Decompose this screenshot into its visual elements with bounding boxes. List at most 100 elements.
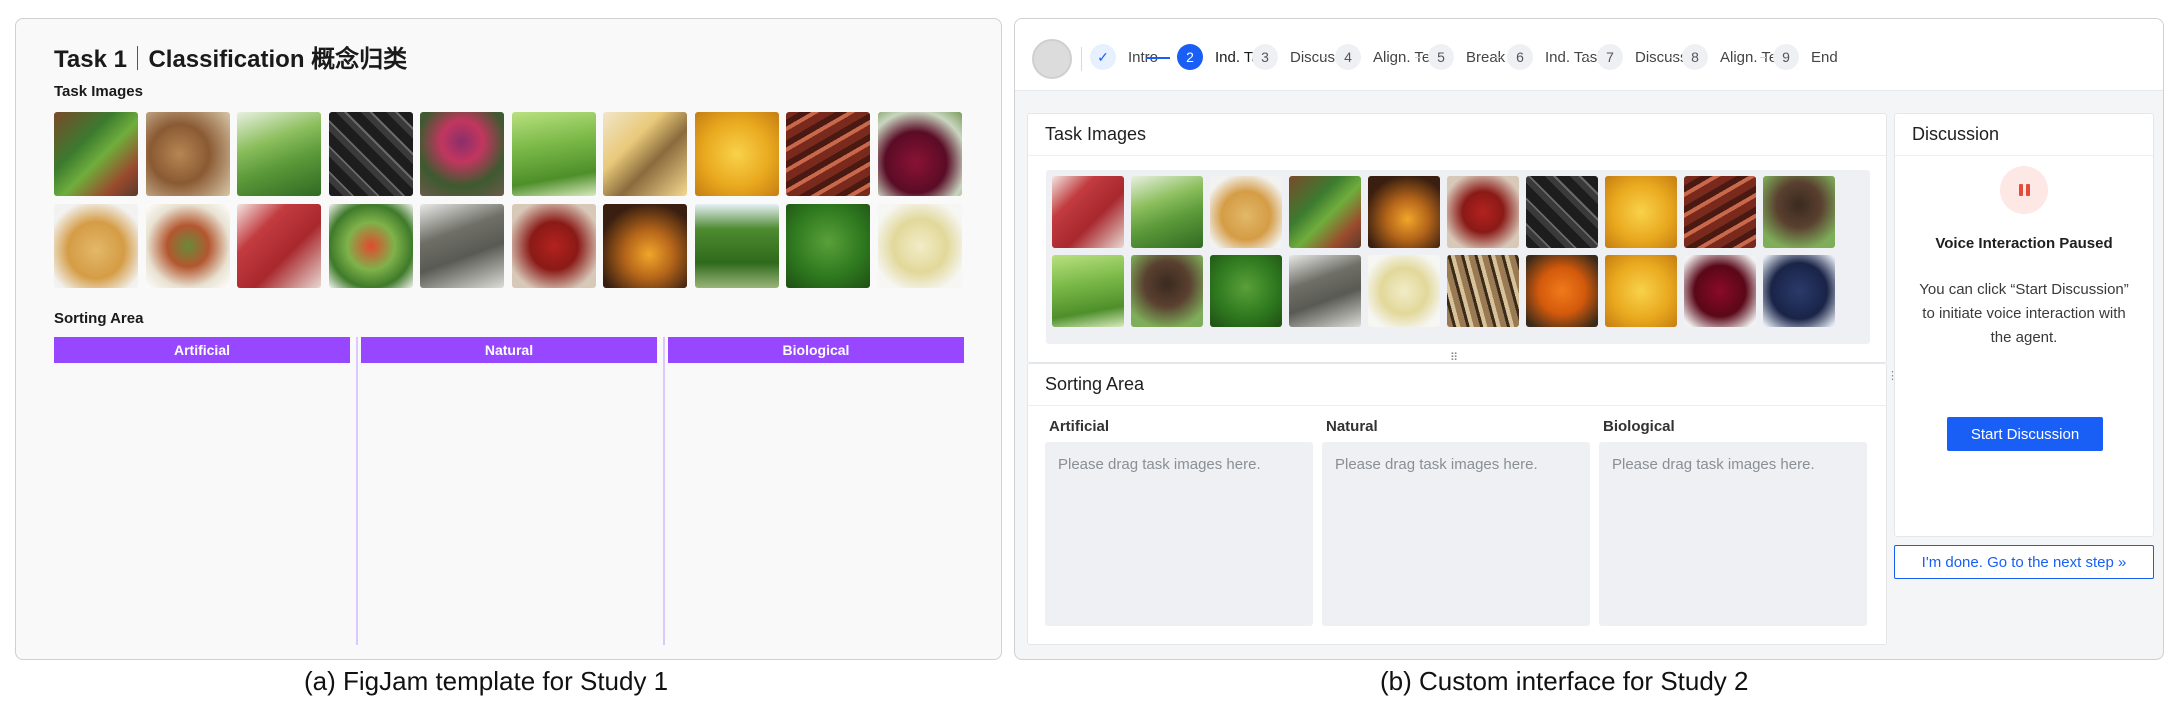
task-title-name: Classification 概念归类 <box>148 46 408 73</box>
task-image-beans[interactable] <box>1289 176 1361 248</box>
column-header: Natural <box>361 337 657 363</box>
task-title: Task 1 Classification 概念归类 <box>54 39 407 74</box>
column-divider <box>356 337 358 645</box>
sorting-column-natural: Natural Please drag task images here. <box>1322 418 1590 626</box>
task-image-chives[interactable] <box>1131 176 1203 248</box>
task-image-chickpea[interactable] <box>1210 176 1282 248</box>
task-image-okra[interactable] <box>511 112 596 196</box>
task-image-beans[interactable] <box>54 112 138 196</box>
step-connector <box>1585 57 1591 58</box>
step-connector <box>1670 57 1676 58</box>
check-icon: ✓ <box>1090 44 1116 70</box>
step-connector <box>1415 57 1421 58</box>
caption-a: (a) FigJam template for Study 1 <box>304 666 669 696</box>
task-image-meat[interactable] <box>1052 176 1124 248</box>
step-number: 5 <box>1428 44 1454 70</box>
step-4[interactable]: 4 Align. Tes <box>1335 44 1438 70</box>
task-image-pepper[interactable] <box>1447 176 1519 248</box>
task-image-broccoli[interactable] <box>786 204 870 288</box>
task-image-corn[interactable] <box>1605 255 1677 327</box>
progress-stepper: ✓ Intro 2 Ind. Task 3 Discuss 4 Align. Tes 5 Brea… <box>1015 19 2163 91</box>
task-image-licorice[interactable] <box>1526 176 1598 248</box>
sorting-column-artificial: Artificial Please drag task images here. <box>1045 418 1313 626</box>
sorting-area: Artificial Natural Biological <box>54 337 964 645</box>
step-number: 9 <box>1773 44 1799 70</box>
divider <box>1081 47 1082 71</box>
task-image-spice[interactable] <box>1447 255 1519 327</box>
step-8[interactable]: 8 Align. Tes <box>1682 44 1785 70</box>
task-image-chickpea[interactable] <box>54 204 138 288</box>
task-image-flowers[interactable] <box>420 112 504 196</box>
task-image-meat[interactable] <box>237 204 321 288</box>
task-image-pepper[interactable] <box>511 204 596 288</box>
step-connector <box>1146 57 1170 59</box>
next-step-button[interactable]: I'm done. Go to the next step » <box>1894 545 2154 579</box>
step-number: 6 <box>1507 44 1533 70</box>
task-image-cranberry[interactable] <box>1684 255 1756 327</box>
task-images-card: Task Images <box>1027 113 1887 363</box>
sorting-area-card: Sorting Area Artificial Please drag task… <box>1027 363 1887 645</box>
column-title: Biological <box>1603 418 1675 435</box>
task-image-blueberry[interactable] <box>1763 255 1835 327</box>
step-number: 8 <box>1682 44 1708 70</box>
sorting-area-label: Sorting Area <box>54 310 144 327</box>
custom-interface-panel: ✓ Intro 2 Ind. Task 3 Discuss 4 Align. Tes 5 Brea… <box>1014 18 2164 660</box>
start-discussion-button[interactable]: Start Discussion <box>1947 417 2103 451</box>
discussion-title: Discussion <box>1895 114 2153 156</box>
task-image-broccoli[interactable] <box>1210 255 1282 327</box>
pause-icon[interactable] <box>2000 166 2048 214</box>
sorting-column-biological: Biological Please drag task images here. <box>1599 418 1867 626</box>
step-5[interactable]: 5 Break <box>1428 44 1505 70</box>
task-image-corn[interactable] <box>694 112 779 196</box>
task-images-grid <box>1046 170 1870 344</box>
task-image-bacon[interactable] <box>1684 176 1756 248</box>
step-label: End <box>1811 48 1838 66</box>
task-image-salad2[interactable] <box>328 204 413 288</box>
drop-zone[interactable]: Please drag task images here. <box>1322 442 1590 626</box>
task-image-beet[interactable] <box>877 112 962 196</box>
discussion-card: Discussion Voice Interaction Paused You … <box>1894 113 2154 537</box>
task-image-bacon[interactable] <box>786 112 870 196</box>
task-image-soap[interactable] <box>420 204 504 288</box>
step-9[interactable]: 9 End <box>1773 44 1838 70</box>
task-image-honey[interactable] <box>1368 176 1440 248</box>
task-image-soap[interactable] <box>1289 255 1361 327</box>
task-image-cheese[interactable] <box>603 112 687 196</box>
task-image-honey[interactable] <box>603 204 687 288</box>
task-image-licorice[interactable] <box>328 112 413 196</box>
avatar[interactable] <box>1032 39 1072 79</box>
step-number: 3 <box>1252 44 1278 70</box>
task-images-title: Task Images <box>1028 114 1886 156</box>
task-images-label: Task Images <box>54 83 143 100</box>
task-image-soil[interactable] <box>1763 176 1835 248</box>
task-image-salad[interactable] <box>145 204 230 288</box>
task-image-okra[interactable] <box>1052 255 1124 327</box>
task-image-corn[interactable] <box>1605 176 1677 248</box>
caption-b: (b) Custom interface for Study 2 <box>1380 666 1749 696</box>
step-label: Ind. Task <box>1545 48 1605 66</box>
sorting-area-title: Sorting Area <box>1028 364 1886 406</box>
column-title: Artificial <box>1049 418 1110 435</box>
task-title-number: Task 1 <box>54 46 127 73</box>
discussion-hint: You can click “Start Discussion” to init… <box>1919 281 2129 346</box>
sorting-column-natural[interactable]: Natural <box>361 337 657 645</box>
sorting-column-artificial[interactable]: Artificial <box>54 337 350 645</box>
column-title: Natural <box>1326 418 1378 435</box>
sorting-column-biological[interactable]: Biological <box>668 337 964 645</box>
step-number: 4 <box>1335 44 1361 70</box>
step-connector <box>1760 57 1766 58</box>
drop-zone[interactable]: Please drag task images here. <box>1045 442 1313 626</box>
task-image-soil[interactable] <box>1131 255 1203 327</box>
step-number: 2 <box>1177 44 1203 70</box>
task-image-hedge[interactable] <box>694 204 779 288</box>
task-image-chives[interactable] <box>237 112 321 196</box>
task-image-nuts[interactable] <box>145 112 230 196</box>
drop-zone[interactable]: Please drag task images here. <box>1599 442 1867 626</box>
task-image-orange[interactable] <box>1526 255 1598 327</box>
figjam-template-panel: Task 1 Classification 概念归类 Task Images So… <box>15 18 1002 660</box>
task-image-paste[interactable] <box>877 204 962 288</box>
voice-status: Voice Interaction Paused <box>1935 235 2113 252</box>
column-header: Biological <box>668 337 964 363</box>
task-image-paste[interactable] <box>1368 255 1440 327</box>
step-connector <box>1495 57 1501 58</box>
